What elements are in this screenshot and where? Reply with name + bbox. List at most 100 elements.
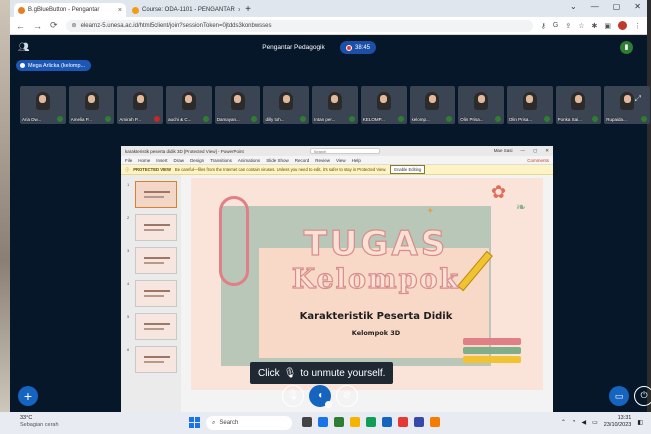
menu-review[interactable]: Review [315, 158, 330, 163]
volume-icon[interactable]: ◀︎ [582, 419, 587, 426]
audio-button[interactable]: ◖ [309, 385, 332, 408]
thumbnail-number: 2 [127, 215, 130, 220]
mic-status-icon [202, 116, 209, 122]
reload-button[interactable]: ⟳ [50, 20, 58, 31]
webcam-tile[interactable]: Aria Dw... [20, 86, 66, 124]
browser-window: B.gBlueButton - Pengantar × Course: ODA-… [10, 0, 651, 422]
maximize-icon[interactable]: ▢ [533, 148, 537, 154]
taskbar-app-icon[interactable] [302, 417, 312, 427]
share-screen-button[interactable]: ▭ [609, 386, 629, 406]
taskbar-app-icon[interactable] [318, 417, 328, 427]
clock[interactable]: 13:31 23/10/2023 [604, 415, 632, 429]
webcam-tile[interactable]: dilly toh... [263, 86, 310, 124]
extensions-icon[interactable]: ✱ [592, 22, 598, 30]
tab-search-button[interactable]: ⌄ [570, 2, 577, 11]
toast-text-after: to unmute yourself. [300, 367, 386, 379]
menu-record[interactable]: Record [295, 158, 310, 163]
unmute-toast: Click 🎙︎ to unmute yourself. [250, 362, 394, 384]
webcam-tile[interactable]: Olin Prisa... [506, 86, 553, 124]
bookmark-star-icon[interactable]: ☆ [578, 22, 584, 30]
fullscreen-icon[interactable]: ⤢ [635, 94, 641, 104]
webcam-tile[interactable]: Ponka Sai... [555, 86, 602, 124]
site-info-icon[interactable]: ⊜ [72, 22, 77, 29]
ppt-comments-button[interactable]: Comments [527, 158, 549, 163]
profile-avatar[interactable] [618, 21, 627, 30]
slide-thumbnail[interactable]: 6 [127, 346, 177, 373]
taskbar-app-icon[interactable] [334, 417, 344, 427]
webcam-tile[interactable]: Rupaida... [604, 86, 650, 124]
taskbar-app-icon[interactable] [350, 417, 360, 427]
menu-home[interactable]: Home [138, 158, 150, 163]
time: 13:31 [617, 415, 632, 421]
protected-view-message: Be careful—files from the Internet can c… [174, 167, 387, 172]
minimize-icon[interactable]: — [520, 148, 525, 154]
tab-bigbluebutton[interactable]: B.gBlueButton - Pengantar × [14, 3, 126, 17]
slide-thumbnail[interactable]: 1 [127, 181, 177, 208]
maximize-button[interactable]: ▢ [613, 2, 621, 11]
connection-status-icon[interactable]: ▮ [620, 41, 633, 54]
slide-thumbnail[interactable]: 4 [127, 280, 177, 307]
windows-start-icon[interactable] [189, 417, 200, 428]
key-icon[interactable]: ⚷ [541, 22, 546, 30]
close-window-button[interactable]: ✕ [634, 2, 641, 11]
menu-slideshow[interactable]: Slide Show [266, 158, 289, 163]
webcam-tile[interactable]: kelomp... [409, 86, 456, 124]
participant-face [185, 95, 193, 103]
webcam-tile[interactable]: KELOMP... [360, 86, 407, 124]
slide-thumbnail[interactable]: 2 [127, 214, 177, 241]
url-field[interactable]: ⊜ elearnz-5.unesa.ac.id/html5client/join… [65, 19, 533, 32]
share-icon[interactable]: ⇪ [565, 22, 571, 30]
webcam-tile[interactable]: Amirah P... [117, 86, 164, 124]
actions-plus-button[interactable]: + [18, 386, 38, 406]
weather-widget[interactable]: 33°C Sebagian cerah [20, 415, 59, 429]
sidepanel-icon[interactable]: ▣ [604, 22, 611, 30]
menu-icon[interactable]: ⋮ [634, 22, 641, 30]
menu-draw[interactable]: Draw [174, 158, 185, 163]
webcam-tile[interactable]: Olin Prisa... [458, 86, 504, 124]
taskbar-app-icon[interactable] [366, 417, 376, 427]
webcam-tile[interactable]: Intan per... [312, 86, 358, 124]
taskbar-app-icon[interactable] [430, 417, 440, 427]
slide-thumbnail[interactable]: 5 [127, 313, 177, 340]
participant-name: Intan per... [314, 117, 336, 122]
chevron-up-icon[interactable]: ⌃ [561, 419, 566, 426]
notification-icon[interactable]: ◧ [637, 419, 643, 426]
back-button[interactable]: ← [16, 21, 25, 31]
menu-design[interactable]: Design [190, 158, 204, 163]
webcam-tile[interactable]: Amelia P... [68, 86, 115, 124]
slide-title-line1: TUGAS [303, 223, 449, 264]
talking-indicator-chip[interactable]: Mega Arlicka (kelomp... [16, 60, 92, 71]
google-icon[interactable]: G [553, 22, 558, 29]
slide-thumbnail[interactable]: 3 [127, 247, 177, 274]
webcam-tile[interactable]: auchi & C... [166, 86, 212, 124]
menu-insert[interactable]: Insert [156, 158, 167, 163]
camera-button[interactable]: ⊘ [336, 385, 358, 407]
ppt-search-box[interactable]: Search [309, 148, 380, 154]
wifi-icon[interactable]: ◔ [572, 419, 576, 425]
tab-course[interactable]: Course: ODA-1101 - PENGANTAR × [128, 3, 240, 17]
menu-help[interactable]: Help [352, 158, 361, 163]
leave-button[interactable]: ⏻ [634, 386, 651, 406]
mute-button[interactable]: 🎙︎ [282, 385, 304, 407]
close-tab-icon[interactable]: × [118, 7, 122, 14]
battery-icon[interactable]: ▭ [592, 419, 598, 426]
taskbar-search[interactable]: ⌕ Search [206, 416, 292, 430]
windows-taskbar: 33°C Sebagian cerah ⌕ Search ⌃ ◔ ◀︎ ▭ 13… [0, 412, 651, 434]
close-tab-icon[interactable]: × [238, 7, 240, 14]
new-tab-button[interactable]: + [242, 3, 254, 17]
enable-editing-button[interactable]: Enable Editing [390, 165, 426, 174]
forward-button[interactable]: → [33, 21, 42, 31]
menu-transitions[interactable]: Transitions [210, 158, 232, 163]
minimize-button[interactable]: — [591, 2, 599, 11]
close-icon[interactable]: ✕ [545, 148, 549, 154]
menu-animations[interactable]: Animations [238, 158, 260, 163]
bigbluebutton-favicon-icon [18, 6, 25, 14]
menu-file[interactable]: File [125, 158, 132, 163]
taskbar-app-icon[interactable] [414, 417, 424, 427]
recording-indicator[interactable]: 38:45 [340, 41, 377, 54]
audio-settings-dot[interactable] [325, 401, 332, 408]
taskbar-app-icon[interactable] [382, 417, 392, 427]
webcam-tile[interactable]: Damayan... [214, 86, 261, 124]
taskbar-app-icon[interactable] [398, 417, 408, 427]
menu-view[interactable]: View [336, 158, 346, 163]
